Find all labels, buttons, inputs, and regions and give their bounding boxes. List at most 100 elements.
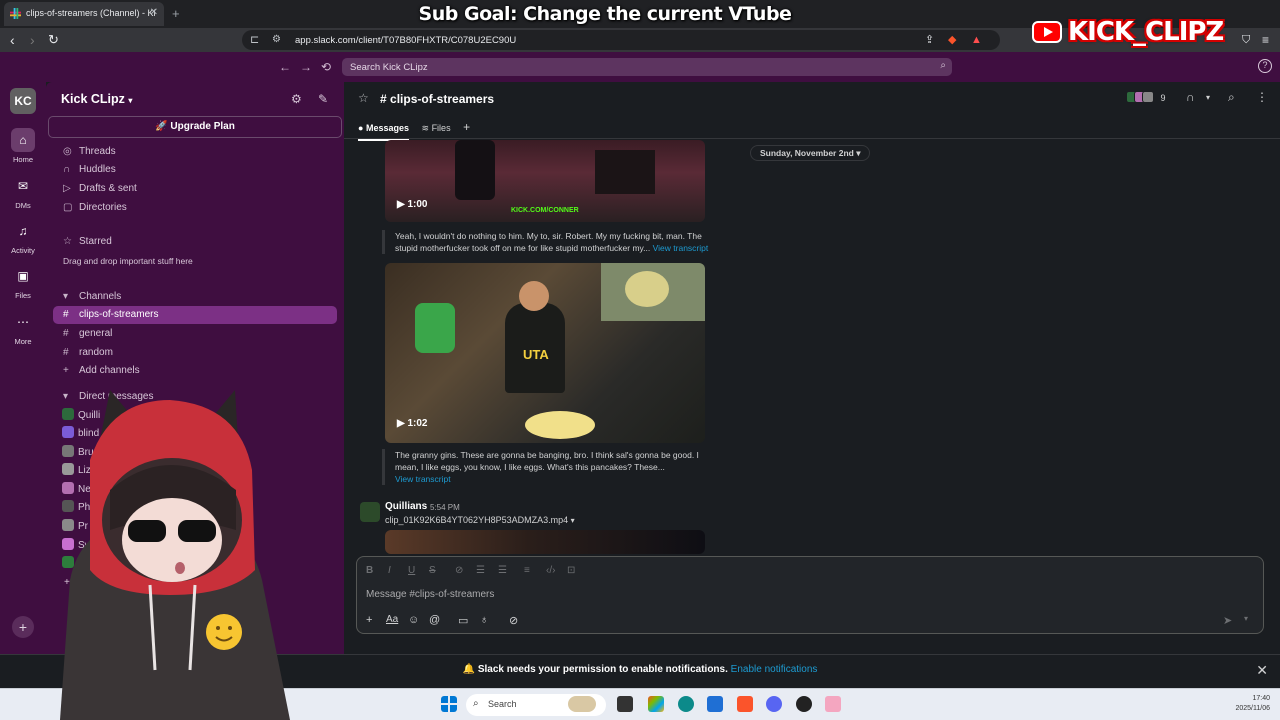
dm-item[interactable]: Bruce bbox=[62, 445, 104, 461]
task-view-icon[interactable] bbox=[617, 696, 633, 712]
message-author[interactable]: Quillians bbox=[385, 501, 427, 512]
huddle-headphones-icon[interactable]: ∩ bbox=[1186, 90, 1195, 104]
new-tab-button[interactable]: + bbox=[172, 6, 180, 21]
history-back-icon[interactable]: ← bbox=[279, 60, 291, 74]
enable-notifications-link[interactable]: Enable notifications bbox=[731, 664, 818, 675]
browser-tab[interactable]: clips-of-streamers (Channel) - Ki ✕ bbox=[4, 2, 164, 26]
workspace-icon[interactable]: KC bbox=[10, 88, 36, 114]
taskbar-search[interactable]: ⌕ Search bbox=[466, 694, 606, 716]
attach-plus-icon[interactable]: + bbox=[366, 614, 372, 626]
history-icon[interactable]: ⟲ bbox=[321, 60, 331, 74]
avatar[interactable] bbox=[360, 502, 380, 522]
sidebar-channel-random[interactable]: # random bbox=[63, 345, 113, 361]
dm-item[interactable]: Ne bbox=[62, 482, 91, 498]
slash-command-icon[interactable]: ⊘ bbox=[509, 614, 518, 627]
tab-close-icon[interactable]: ✕ bbox=[150, 7, 158, 18]
back-icon[interactable]: ‹ bbox=[10, 32, 15, 48]
microphone-icon[interactable]: ♁ bbox=[480, 614, 488, 626]
play-button[interactable]: ▶ 1:02 bbox=[397, 418, 441, 434]
link-icon[interactable]: ⊘ bbox=[455, 565, 463, 576]
ordered-list-icon[interactable]: ☰ bbox=[476, 565, 485, 576]
sidebar-item-drafts[interactable]: ▷ Drafts & sent bbox=[63, 181, 137, 197]
bookmark-icon[interactable]: ⊏ bbox=[250, 33, 259, 46]
dm-item[interactable]: Ph bbox=[62, 500, 90, 516]
rail-files[interactable]: ▣ Files bbox=[0, 264, 46, 300]
bold-icon[interactable]: B bbox=[366, 565, 373, 576]
strikethrough-icon[interactable]: S bbox=[429, 565, 436, 576]
reload-icon[interactable]: ↻ bbox=[48, 32, 59, 48]
send-icon[interactable]: ➤ bbox=[1223, 614, 1232, 627]
dm-item[interactable]: Pr bbox=[62, 519, 88, 535]
italic-icon[interactable]: I bbox=[388, 565, 391, 576]
dm-item[interactable]: Kic bbox=[62, 556, 92, 572]
sidebar-channel-general[interactable]: # general bbox=[63, 326, 112, 342]
members-button[interactable]: 9 bbox=[1126, 91, 1166, 103]
brave-icon[interactable] bbox=[737, 696, 753, 712]
kebab-menu-icon[interactable]: ⋮ bbox=[1256, 90, 1268, 104]
system-clock[interactable]: 17:40 2025/11/06 bbox=[1235, 694, 1270, 714]
emoji-icon[interactable]: ☺ bbox=[408, 614, 419, 626]
sidebar-channel-clips-of-streamers[interactable]: # clips-of-streamers bbox=[63, 307, 158, 323]
rail-activity[interactable]: ♫ Activity bbox=[0, 219, 46, 255]
add-workspace-button[interactable]: + bbox=[12, 616, 34, 638]
copilot-icon[interactable] bbox=[648, 696, 664, 712]
channel-title[interactable]: # clips-of-streamers bbox=[380, 92, 494, 106]
add-channels-button[interactable]: + Add channels bbox=[63, 363, 140, 379]
history-forward-icon[interactable]: → bbox=[300, 60, 312, 74]
star-channel-icon[interactable]: ☆ bbox=[358, 91, 369, 105]
blockquote-icon[interactable]: ≡ bbox=[524, 565, 530, 576]
sidebar-starred[interactable]: ☆ Starred bbox=[63, 234, 112, 250]
sidebar-item-directories[interactable]: ▢ Directories bbox=[63, 200, 127, 216]
edge-icon[interactable] bbox=[678, 696, 694, 712]
formatting-icon[interactable]: Aa bbox=[386, 614, 398, 625]
add-dm-button[interactable]: + bbox=[64, 575, 70, 591]
attachment-filename[interactable]: clip_01K92K6B4YT062YH8P53ADMZA3.mp4 ▾ bbox=[385, 515, 575, 525]
view-transcript-link[interactable]: View transcript bbox=[653, 243, 709, 253]
dm-item[interactable]: blind bbox=[62, 426, 99, 442]
video-thumbnail[interactable] bbox=[385, 530, 705, 554]
forward-icon[interactable]: › bbox=[30, 32, 35, 48]
direct-messages-header[interactable]: ▾ Direct messages bbox=[63, 389, 153, 405]
rail-dms[interactable]: ✉ DMs bbox=[0, 174, 46, 210]
sidebar-item-threads[interactable]: ◎ Threads bbox=[63, 144, 116, 160]
send-options-chevron-icon[interactable]: ▾ bbox=[1244, 614, 1248, 623]
date-divider-pill[interactable]: Sunday, November 2nd ▾ bbox=[750, 145, 871, 161]
help-icon[interactable]: ? bbox=[1258, 59, 1272, 73]
vtube-studio-icon[interactable] bbox=[825, 696, 841, 712]
chevron-down-icon[interactable]: ▾ bbox=[1206, 93, 1210, 102]
url-bar[interactable]: ⊏ ⚙ app.slack.com/client/T07B80FHXTR/C07… bbox=[242, 30, 1000, 50]
brave-shield-icon[interactable]: ◆ bbox=[948, 32, 956, 48]
message-timestamp[interactable]: 5:54 PM bbox=[430, 503, 460, 512]
message-composer[interactable]: B I U S ⊘ ☰ ☰ ≡ ‹/› ⊡ Message #clips-of-… bbox=[356, 556, 1264, 634]
play-button[interactable]: ▶ 1:00 bbox=[397, 199, 441, 215]
share-icon[interactable]: ⇪ bbox=[925, 32, 934, 48]
rail-more[interactable]: ⋯ More bbox=[0, 310, 46, 346]
search-icon[interactable]: ⌕ bbox=[1228, 90, 1235, 105]
bullet-list-icon[interactable]: ☰ bbox=[498, 565, 507, 576]
dm-item[interactable]: Swe bbox=[62, 538, 97, 554]
vpn-icon[interactable]: ⛉ bbox=[1242, 32, 1250, 48]
video-clip-icon[interactable]: ▭ bbox=[458, 614, 468, 627]
workspace-name-button[interactable]: Kick CLipz ▾ bbox=[61, 92, 132, 106]
rail-home[interactable]: ⌂ Home bbox=[0, 128, 46, 164]
code-icon[interactable]: ‹/› bbox=[546, 565, 555, 576]
settings-icon[interactable]: ⚙ bbox=[291, 92, 302, 106]
underline-icon[interactable]: U bbox=[408, 565, 415, 576]
sidebar-item-huddles[interactable]: ∩ Huddles bbox=[63, 162, 116, 178]
store-icon[interactable] bbox=[707, 696, 723, 712]
code-block-icon[interactable]: ⊡ bbox=[567, 565, 575, 576]
slack-search-bar[interactable]: Search Kick CLipz ⌕ bbox=[342, 58, 952, 76]
video-thumbnail[interactable]: ▶ 1:00 KICK.COM/CONNER bbox=[385, 140, 705, 222]
obs-icon[interactable] bbox=[796, 696, 812, 712]
brave-rewards-icon[interactable]: ▲ bbox=[971, 32, 982, 48]
dm-item[interactable]: Quilli bbox=[62, 408, 100, 424]
dm-item[interactable]: Lizzy bbox=[62, 463, 101, 479]
discord-icon[interactable] bbox=[766, 696, 782, 712]
channels-header[interactable]: ▾ Channels bbox=[63, 289, 121, 305]
close-icon[interactable]: ✕ bbox=[1256, 655, 1268, 685]
mention-icon[interactable]: @ bbox=[429, 614, 440, 626]
video-thumbnail[interactable]: UTA ▶ 1:02 bbox=[385, 263, 705, 443]
site-info-icon[interactable]: ⚙ bbox=[272, 34, 281, 45]
windows-start-icon[interactable] bbox=[441, 696, 457, 712]
browser-menu-icon[interactable]: ≡ bbox=[1262, 32, 1269, 48]
